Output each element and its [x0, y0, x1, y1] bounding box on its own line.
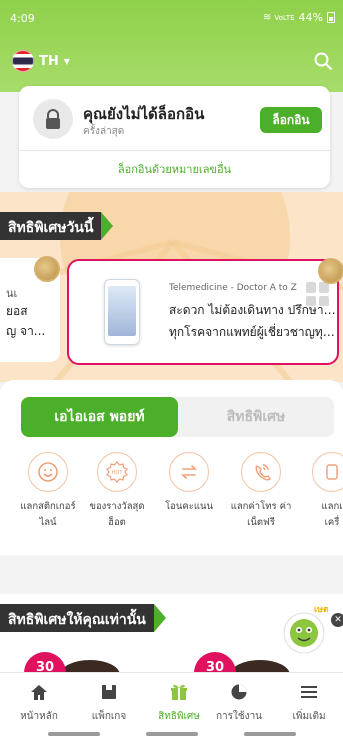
thai-flag-icon: [12, 50, 34, 72]
exclusive-privileges-heading: สิทธิพิเศษให้คุณเท่านั้น: [0, 604, 166, 632]
usage-icon: [231, 684, 247, 700]
shortcut-transfer-points[interactable]: โอนคะแนน: [157, 452, 221, 515]
nav-package[interactable]: แพ็กเกจ: [75, 683, 143, 724]
nav-label: การใช้งาน: [215, 711, 263, 722]
nav-label: สิทธิพิเศษ: [158, 711, 200, 722]
shortcut-label-line2: เน็ตฟรี: [247, 517, 275, 528]
transfer-icon: [169, 452, 209, 492]
home-icon: [31, 685, 47, 700]
discount-badge: 30: [24, 652, 66, 674]
nav-home[interactable]: หน้าหลัก: [5, 683, 73, 724]
home-indicator: [146, 732, 198, 736]
shortcut-line-sticker[interactable]: แลกสติกเกอร์ไลน์: [16, 452, 80, 531]
close-icon[interactable]: ✕: [331, 613, 343, 627]
gift-icon: [171, 684, 187, 700]
medal-icon: [318, 258, 343, 284]
battery-icon: [327, 12, 335, 23]
bottom-navigation: หน้าหลัก แพ็กเกจ สิทธิพิเศษ การใช้งาน เพ…: [0, 672, 343, 740]
card-left-line3: ญ จา...: [6, 324, 46, 338]
shortcut-label-line1: แลกสติกเกอร์: [20, 501, 76, 512]
nav-more[interactable]: เพิ่มเติม: [275, 683, 343, 724]
nav-privileges[interactable]: สิทธิพิเศษ: [145, 683, 213, 724]
shortcut-free-call-data[interactable]: แลกค่าโทร ค่าเน็ตฟรี: [229, 452, 293, 531]
login-status-title: คุณยังไม่ได้ล็อกอิน: [83, 105, 205, 123]
shortcut-partial[interactable]: แลกเเครื่: [300, 452, 343, 531]
login-card: คุณยังไม่ได้ล็อกอิน ครั้งล่าสุด ล็อกอิน …: [19, 86, 330, 188]
home-indicator: [244, 732, 296, 736]
caret-down-icon: ▼: [63, 56, 70, 66]
partial-icon: [312, 452, 343, 492]
status-time: 4:09: [10, 12, 35, 25]
shortcut-label-line2: ฮ็อต: [108, 517, 126, 528]
shortcut-label-line1: ของรางวัลสุด: [89, 501, 145, 512]
card-category: Telemedicine - Doctor A to Z: [169, 283, 297, 293]
shortcut-label-line1: โอนคะแนน: [165, 501, 213, 512]
menu-icon: [301, 686, 317, 698]
points-tabs: เอไอเอส พอยท์ สิทธิพิเศษ: [21, 397, 334, 437]
status-bar: 4:09 ≋ VoLTE 44%: [0, 0, 343, 36]
nav-usage[interactable]: การใช้งาน: [205, 683, 273, 724]
grid-icon: [305, 281, 331, 307]
status-icons: ≋ VoLTE 44%: [263, 11, 335, 24]
mascot-tag: เษต: [314, 605, 328, 615]
shortcut-label-line2: ไลน์: [39, 517, 57, 528]
battery-percent: 44%: [298, 11, 323, 24]
discount-badge: 30: [194, 652, 236, 674]
divider: [19, 150, 330, 151]
smile-icon: [28, 452, 68, 492]
card-title-line2: ทุกโรคจากแพทย์ผู้เชี่ยวชาญทุก...: [169, 325, 337, 339]
points-section: เอไอเอส พอยท์ สิทธิพิเศษ แลกสติกเกอร์ไลน…: [0, 380, 343, 555]
nav-label: เพิ่มเติม: [292, 711, 326, 722]
tab-privileges[interactable]: สิทธิพิเศษ: [178, 397, 334, 437]
card-left-line2: ยอส: [6, 304, 28, 318]
home-indicator: [48, 732, 100, 736]
card-left-line1: นเ: [6, 287, 18, 300]
mascot-icon[interactable]: เษต: [280, 603, 328, 657]
nav-label: หน้าหลัก: [20, 711, 58, 722]
phone-app-thumbnail: [104, 279, 140, 345]
svg-text:HOT: HOT: [112, 470, 124, 476]
tab-ais-points[interactable]: เอไอเอส พอยท์: [21, 397, 178, 437]
wifi-icon: ≋: [262, 12, 271, 23]
login-other-number-link[interactable]: ล็อกอินด้วยหมายเลขอื่น: [19, 160, 330, 178]
hot-icon: HOT: [97, 452, 137, 492]
language-code: TH: [39, 53, 59, 69]
lock-icon: [33, 99, 73, 139]
search-icon[interactable]: [313, 51, 333, 71]
shortcut-label-line2: เครื่: [324, 517, 340, 528]
privilege-card-telemedicine[interactable]: Telemedicine - Doctor A to Z สะดวก ไม่ต้…: [67, 259, 339, 365]
nav-label: แพ็กเกจ: [91, 711, 127, 722]
signal-label: VoLTE: [274, 13, 295, 22]
language-selector[interactable]: TH ▼: [12, 50, 70, 72]
package-icon: [102, 685, 116, 699]
last-login-label: ครั้งล่าสุด: [83, 126, 125, 137]
today-privileges-heading: สิทธิพิเศษวันนี้: [0, 212, 114, 240]
medal-icon: [34, 256, 60, 282]
shortcut-label-line1: แลกเ: [321, 501, 343, 512]
shortcut-label-line1: แลกค่าโทร ค่า: [230, 501, 292, 512]
login-button[interactable]: ล็อกอิน: [260, 107, 322, 133]
call-icon: [241, 452, 281, 492]
shortcut-hot-rewards[interactable]: HOT ของรางวัลสุดฮ็อต: [85, 452, 149, 531]
